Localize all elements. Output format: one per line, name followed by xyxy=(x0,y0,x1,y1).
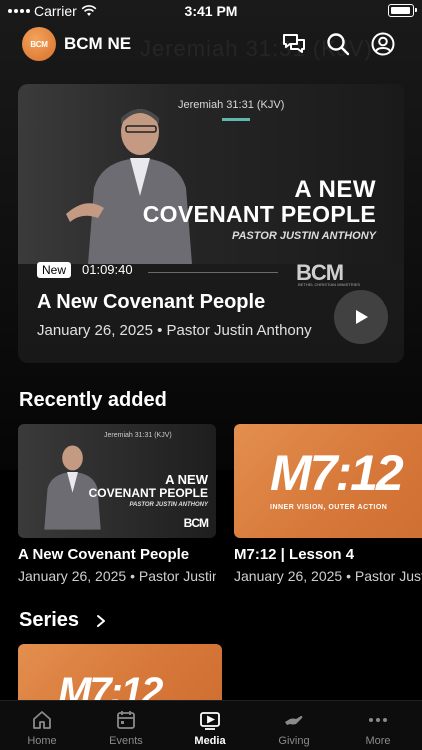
recent-item-art-subtitle: INNER VISION, OUTER ACTION xyxy=(270,504,388,511)
app-logo[interactable]: BCM xyxy=(22,27,56,61)
recent-item-title: A New Covenant People xyxy=(18,546,190,563)
verse-underline xyxy=(222,118,250,121)
featured-artwork-verse: Jeremiah 31:31 (KJV) xyxy=(178,99,285,111)
featured-artwork-speaker: PASTOR JUSTIN ANTHONY xyxy=(231,230,376,242)
recent-item-thumbnail: M7:12 INNER VISION, OUTER ACTION xyxy=(234,424,422,538)
tab-giving[interactable]: Giving xyxy=(252,701,336,750)
bottom-tab-bar: Home Events Media Giving More xyxy=(0,700,422,750)
tab-media[interactable]: Media xyxy=(168,701,252,750)
recently-added-heading: Recently added xyxy=(19,389,167,411)
pastor-photo-small xyxy=(44,445,101,530)
tab-events[interactable]: Events xyxy=(84,701,168,750)
search-icon[interactable] xyxy=(325,31,351,57)
tab-label: Giving xyxy=(278,735,310,747)
more-dots-icon xyxy=(369,718,387,722)
bcm-brand-subtext: BETHEL CHRISTIAN MINISTRIES xyxy=(298,282,361,287)
status-bar: Carrier 3:41 PM xyxy=(0,0,422,22)
tab-label: Events xyxy=(109,735,143,747)
featured-divider-line xyxy=(148,272,278,273)
recent-item-art-line3: PASTOR JUSTIN ANTHONY xyxy=(129,502,208,508)
tab-label: Home xyxy=(27,735,57,747)
recently-added-carousel[interactable]: Jeremiah 31:31 (KJV) A NEW COVENANT PEOP… xyxy=(0,424,422,584)
recent-item-art-line1: A NEW xyxy=(165,472,208,487)
media-play-icon xyxy=(200,712,220,730)
app-header: BCM BCM NE xyxy=(0,25,422,63)
chat-icon[interactable] xyxy=(281,31,307,57)
recent-item-card[interactable]: Jeremiah 31:31 (KJV) A NEW COVENANT PEOP… xyxy=(18,424,216,584)
profile-icon[interactable] xyxy=(370,31,396,57)
recent-item-card[interactable]: M7:12 INNER VISION, OUTER ACTION M7:12 |… xyxy=(234,424,422,584)
featured-meta: January 26, 2025 • Pastor Justin Anthony xyxy=(37,322,312,339)
featured-artwork-title-line1: A NEW xyxy=(294,176,376,203)
recent-item-art-line2: COVENANT PEOPLE xyxy=(88,486,208,500)
status-time: 3:41 PM xyxy=(184,3,238,19)
tab-label: Media xyxy=(194,735,226,747)
recent-item-art-title: M7:12 xyxy=(270,445,404,501)
recent-item-art-logo: BCM xyxy=(183,516,209,530)
recent-item-meta: January 26, 2025 • Pastor Justin Anthony xyxy=(234,568,422,584)
featured-artwork-title-line2: COVENANT PEOPLE xyxy=(142,201,376,227)
tab-label: More xyxy=(365,735,391,747)
battery-icon xyxy=(388,4,417,17)
recent-item-title: M7:12 | Lesson 4 xyxy=(234,546,355,563)
play-icon xyxy=(356,310,368,324)
giving-hand-icon xyxy=(285,716,303,725)
app-name: BCM NE xyxy=(64,34,132,53)
featured-duration: 01:09:40 xyxy=(82,262,133,277)
recent-item-art-verse: Jeremiah 31:31 (KJV) xyxy=(104,432,172,439)
calendar-icon xyxy=(117,711,135,729)
recent-item-meta: January 26, 2025 • Pastor Justin Anthony xyxy=(18,568,216,584)
tab-home[interactable]: Home xyxy=(0,701,84,750)
tab-more[interactable]: More xyxy=(336,701,420,750)
chevron-right-icon[interactable] xyxy=(95,614,107,628)
featured-sermon-card[interactable]: Jeremiah 31:31 (KJV) A NEW COVENANT PEOP… xyxy=(18,84,404,363)
new-badge: New xyxy=(37,262,72,278)
home-icon xyxy=(33,711,51,729)
recent-item-thumbnail: Jeremiah 31:31 (KJV) A NEW COVENANT PEOP… xyxy=(18,424,216,538)
pastor-photo xyxy=(66,109,192,264)
play-button[interactable] xyxy=(334,290,388,344)
featured-title: A New Covenant People xyxy=(37,291,266,313)
series-heading[interactable]: Series xyxy=(19,609,79,632)
